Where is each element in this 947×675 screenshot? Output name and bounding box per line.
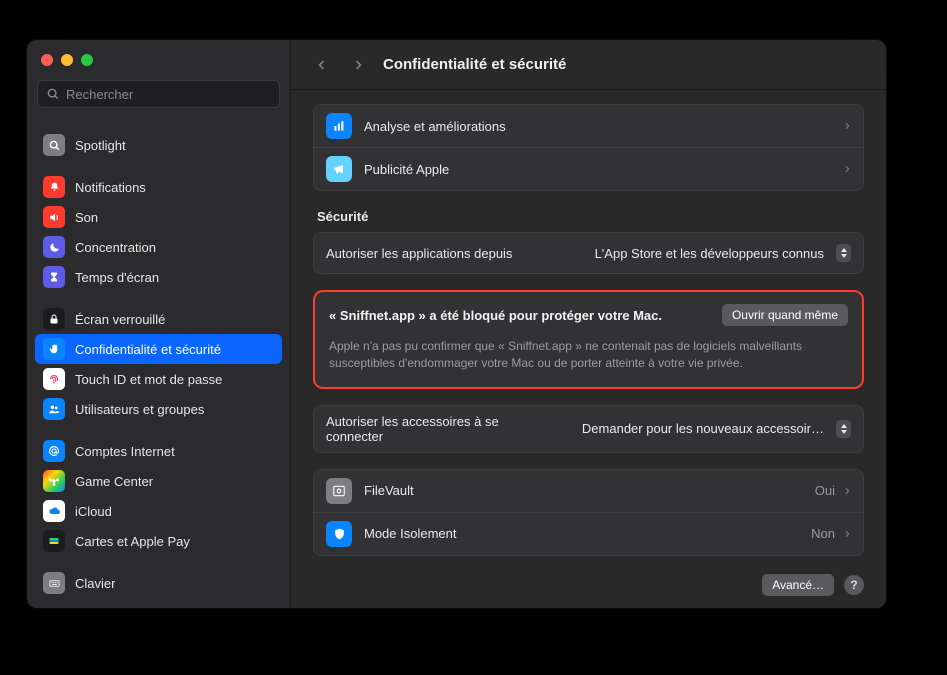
privacy-row-publicit-apple[interactable]: Publicité Apple: [314, 147, 863, 190]
bell-icon: [43, 176, 65, 198]
chevron-right-icon: [352, 58, 364, 72]
sidebar-item-label: Son: [75, 210, 98, 225]
minimize-icon[interactable]: [61, 54, 73, 66]
sidebar-item-clavier[interactable]: Clavier: [35, 568, 282, 598]
alert-message: « Sniffnet.app » a été bloqué pour proté…: [329, 308, 710, 323]
hand-icon: [43, 338, 65, 360]
search-field[interactable]: [37, 80, 280, 108]
fingerprint-icon: [43, 368, 65, 390]
sidebar-item-label: Concentration: [75, 240, 156, 255]
sidebar-item-label: Touch ID et mot de passe: [75, 372, 222, 387]
search-input[interactable]: [66, 87, 271, 102]
privacy-top-group: Analyse et améliorations Publicité Apple: [313, 104, 864, 191]
chevron-right-icon: [843, 528, 851, 540]
keyboard-icon: [43, 572, 65, 594]
sidebar-item-spotlight[interactable]: Spotlight: [35, 130, 282, 160]
megaphone-icon: [326, 156, 352, 182]
sidebar-item-temps-d-cran[interactable]: Temps d'écran: [35, 262, 282, 292]
sidebar-item-son[interactable]: Son: [35, 202, 282, 232]
sidebar-item-label: Confidentialité et sécurité: [75, 342, 221, 357]
sidebar-item-concentration[interactable]: Concentration: [35, 232, 282, 262]
sidebar-item-icloud[interactable]: iCloud: [35, 496, 282, 526]
page-title: Confidentialité et sécurité: [383, 56, 566, 73]
updown-icon[interactable]: [836, 244, 851, 262]
row-title: Mode Isolement: [364, 526, 799, 541]
security-row-mode-isolement[interactable]: Mode Isolement Non: [314, 512, 863, 555]
sidebar-item-label: Utilisateurs et groupes: [75, 402, 204, 417]
advanced-button[interactable]: Avancé…: [762, 574, 834, 596]
sidebar-item-label: Écran verrouillé: [75, 312, 165, 327]
content-scroll: Analyse et améliorations Publicité Apple…: [291, 90, 886, 608]
row-title: FileVault: [364, 483, 803, 498]
content-pane: Confidentialité et sécurité Analyse et a…: [291, 40, 886, 608]
sidebar-item-label: Temps d'écran: [75, 270, 159, 285]
chevron-right-icon: [843, 120, 851, 132]
open-anyway-button[interactable]: Ouvrir quand même: [722, 304, 848, 326]
privacy-row-analyse-et-am-liorations[interactable]: Analyse et améliorations: [314, 105, 863, 147]
help-button[interactable]: ?: [844, 575, 864, 595]
maximize-icon[interactable]: [81, 54, 93, 66]
search-icon: [46, 87, 60, 101]
sidebar-item-label: iCloud: [75, 504, 112, 519]
sidebar-item-confidentialit-et-s-curit[interactable]: Confidentialité et sécurité: [35, 334, 282, 364]
close-icon[interactable]: [41, 54, 53, 66]
security-rows-group: FileVault Oui Mode Isolement Non: [313, 469, 864, 556]
security-heading: Sécurité: [317, 209, 860, 224]
sidebar-item-cartes-et-apple-pay[interactable]: Cartes et Apple Pay: [35, 526, 282, 556]
sidebar-item-notifications[interactable]: Notifications: [35, 172, 282, 202]
row-value: Oui: [815, 483, 835, 498]
sidebar-item-label: Game Center: [75, 474, 153, 489]
row-title: Analyse et améliorations: [364, 119, 831, 134]
sidebar-item-label: Spotlight: [75, 138, 126, 153]
at-icon: [43, 440, 65, 462]
security-row-filevault[interactable]: FileVault Oui: [314, 470, 863, 512]
chevron-right-icon: [843, 163, 851, 175]
wallet-icon: [43, 530, 65, 552]
row-value: Non: [811, 526, 835, 541]
blocked-app-alert: « Sniffnet.app » a été bloqué pour proté…: [313, 290, 864, 389]
search-icon: [43, 134, 65, 156]
window-controls: [27, 40, 290, 80]
moon-icon: [43, 236, 65, 258]
sidebar-item-touch-id-et-mot-de-passe[interactable]: Touch ID et mot de passe: [35, 364, 282, 394]
sidebar-item-label: Clavier: [75, 576, 115, 591]
alert-description: Apple n'a pas pu confirmer que « Sniffne…: [329, 338, 848, 373]
content-footer: Avancé… ?: [313, 574, 864, 596]
content-header: Confidentialité et sécurité: [291, 40, 886, 90]
sidebar-item-label: Comptes Internet: [75, 444, 175, 459]
sidebar-item-cran-verrouill[interactable]: Écran verrouillé: [35, 304, 282, 334]
forward-button[interactable]: [347, 54, 369, 76]
sidebar-item-utilisateurs-et-groupes[interactable]: Utilisateurs et groupes: [35, 394, 282, 424]
back-button[interactable]: [311, 54, 333, 76]
updown-icon[interactable]: [836, 420, 851, 438]
sidebar-item-comptes-internet[interactable]: Comptes Internet: [35, 436, 282, 466]
hourglass-icon: [43, 266, 65, 288]
lock-icon: [43, 308, 65, 330]
game-icon: [43, 470, 65, 492]
sidebar-item-label: Cartes et Apple Pay: [75, 534, 190, 549]
shield-icon: [326, 521, 352, 547]
row-title: Publicité Apple: [364, 162, 831, 177]
allow-accessories-title: Autoriser les accessoires à se connecter: [326, 414, 526, 444]
sidebar: Spotlight Notifications Son Concentration Te…: [27, 40, 291, 608]
sidebar-item-game-center[interactable]: Game Center: [35, 466, 282, 496]
chevron-right-icon: [843, 485, 851, 497]
allow-apps-title: Autoriser les applications depuis: [326, 246, 512, 261]
vault-icon: [326, 478, 352, 504]
allow-apps-row[interactable]: Autoriser les applications depuis L'App …: [313, 232, 864, 274]
sidebar-nav: Spotlight Notifications Son Concentration Te…: [27, 118, 290, 608]
settings-window: Spotlight Notifications Son Concentration Te…: [27, 40, 886, 608]
people-icon: [43, 398, 65, 420]
allow-apps-value: L'App Store et les développeurs connus: [595, 246, 824, 261]
allow-accessories-row[interactable]: Autoriser les accessoires à se connecter…: [313, 405, 864, 453]
chart-icon: [326, 113, 352, 139]
cloud-icon: [43, 500, 65, 522]
sidebar-item-label: Notifications: [75, 180, 146, 195]
allow-accessories-value: Demander pour les nouveaux accessoir…: [582, 421, 824, 436]
chevron-left-icon: [316, 58, 328, 72]
speaker-icon: [43, 206, 65, 228]
